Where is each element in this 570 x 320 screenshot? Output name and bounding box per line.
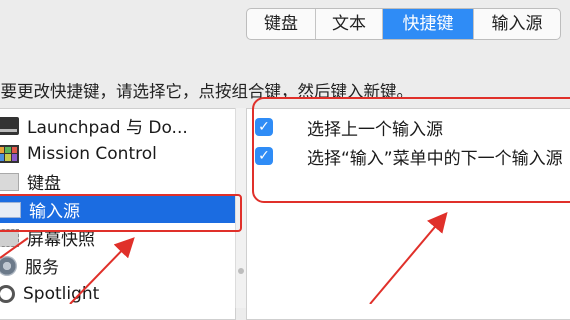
category-launchpad[interactable]: Launchpad 与 Do... <box>0 112 235 139</box>
category-services[interactable]: 服务 <box>0 252 235 279</box>
tab-input-sources[interactable]: 输入源 <box>474 9 560 39</box>
tab-shortcuts[interactable]: 快捷键 <box>383 9 474 39</box>
category-label: 键盘 <box>27 174 61 194</box>
category-label: Launchpad 与 Do... <box>27 118 188 138</box>
mission-control-icon <box>0 144 19 163</box>
tab-keyboard[interactable]: 键盘 <box>247 9 316 39</box>
tab-bar: 键盘 文本 快捷键 输入源 <box>246 8 561 40</box>
gear-icon <box>0 255 17 276</box>
launchpad-icon <box>0 116 19 135</box>
category-keyboard[interactable]: 键盘 <box>0 168 235 195</box>
spotlight-icon <box>0 284 15 303</box>
keyboard-icon <box>0 172 19 191</box>
category-label: Mission Control <box>27 143 157 164</box>
annotation-box-shortcuts <box>252 97 570 203</box>
category-label: 服务 <box>25 258 59 278</box>
scroll-knob[interactable] <box>238 268 244 274</box>
category-label: Spotlight <box>23 283 100 304</box>
category-spotlight[interactable]: Spotlight <box>0 280 235 307</box>
annotation-box-input-sources <box>0 194 242 232</box>
category-mission-control[interactable]: Mission Control <box>0 140 235 167</box>
tab-text[interactable]: 文本 <box>316 9 383 39</box>
